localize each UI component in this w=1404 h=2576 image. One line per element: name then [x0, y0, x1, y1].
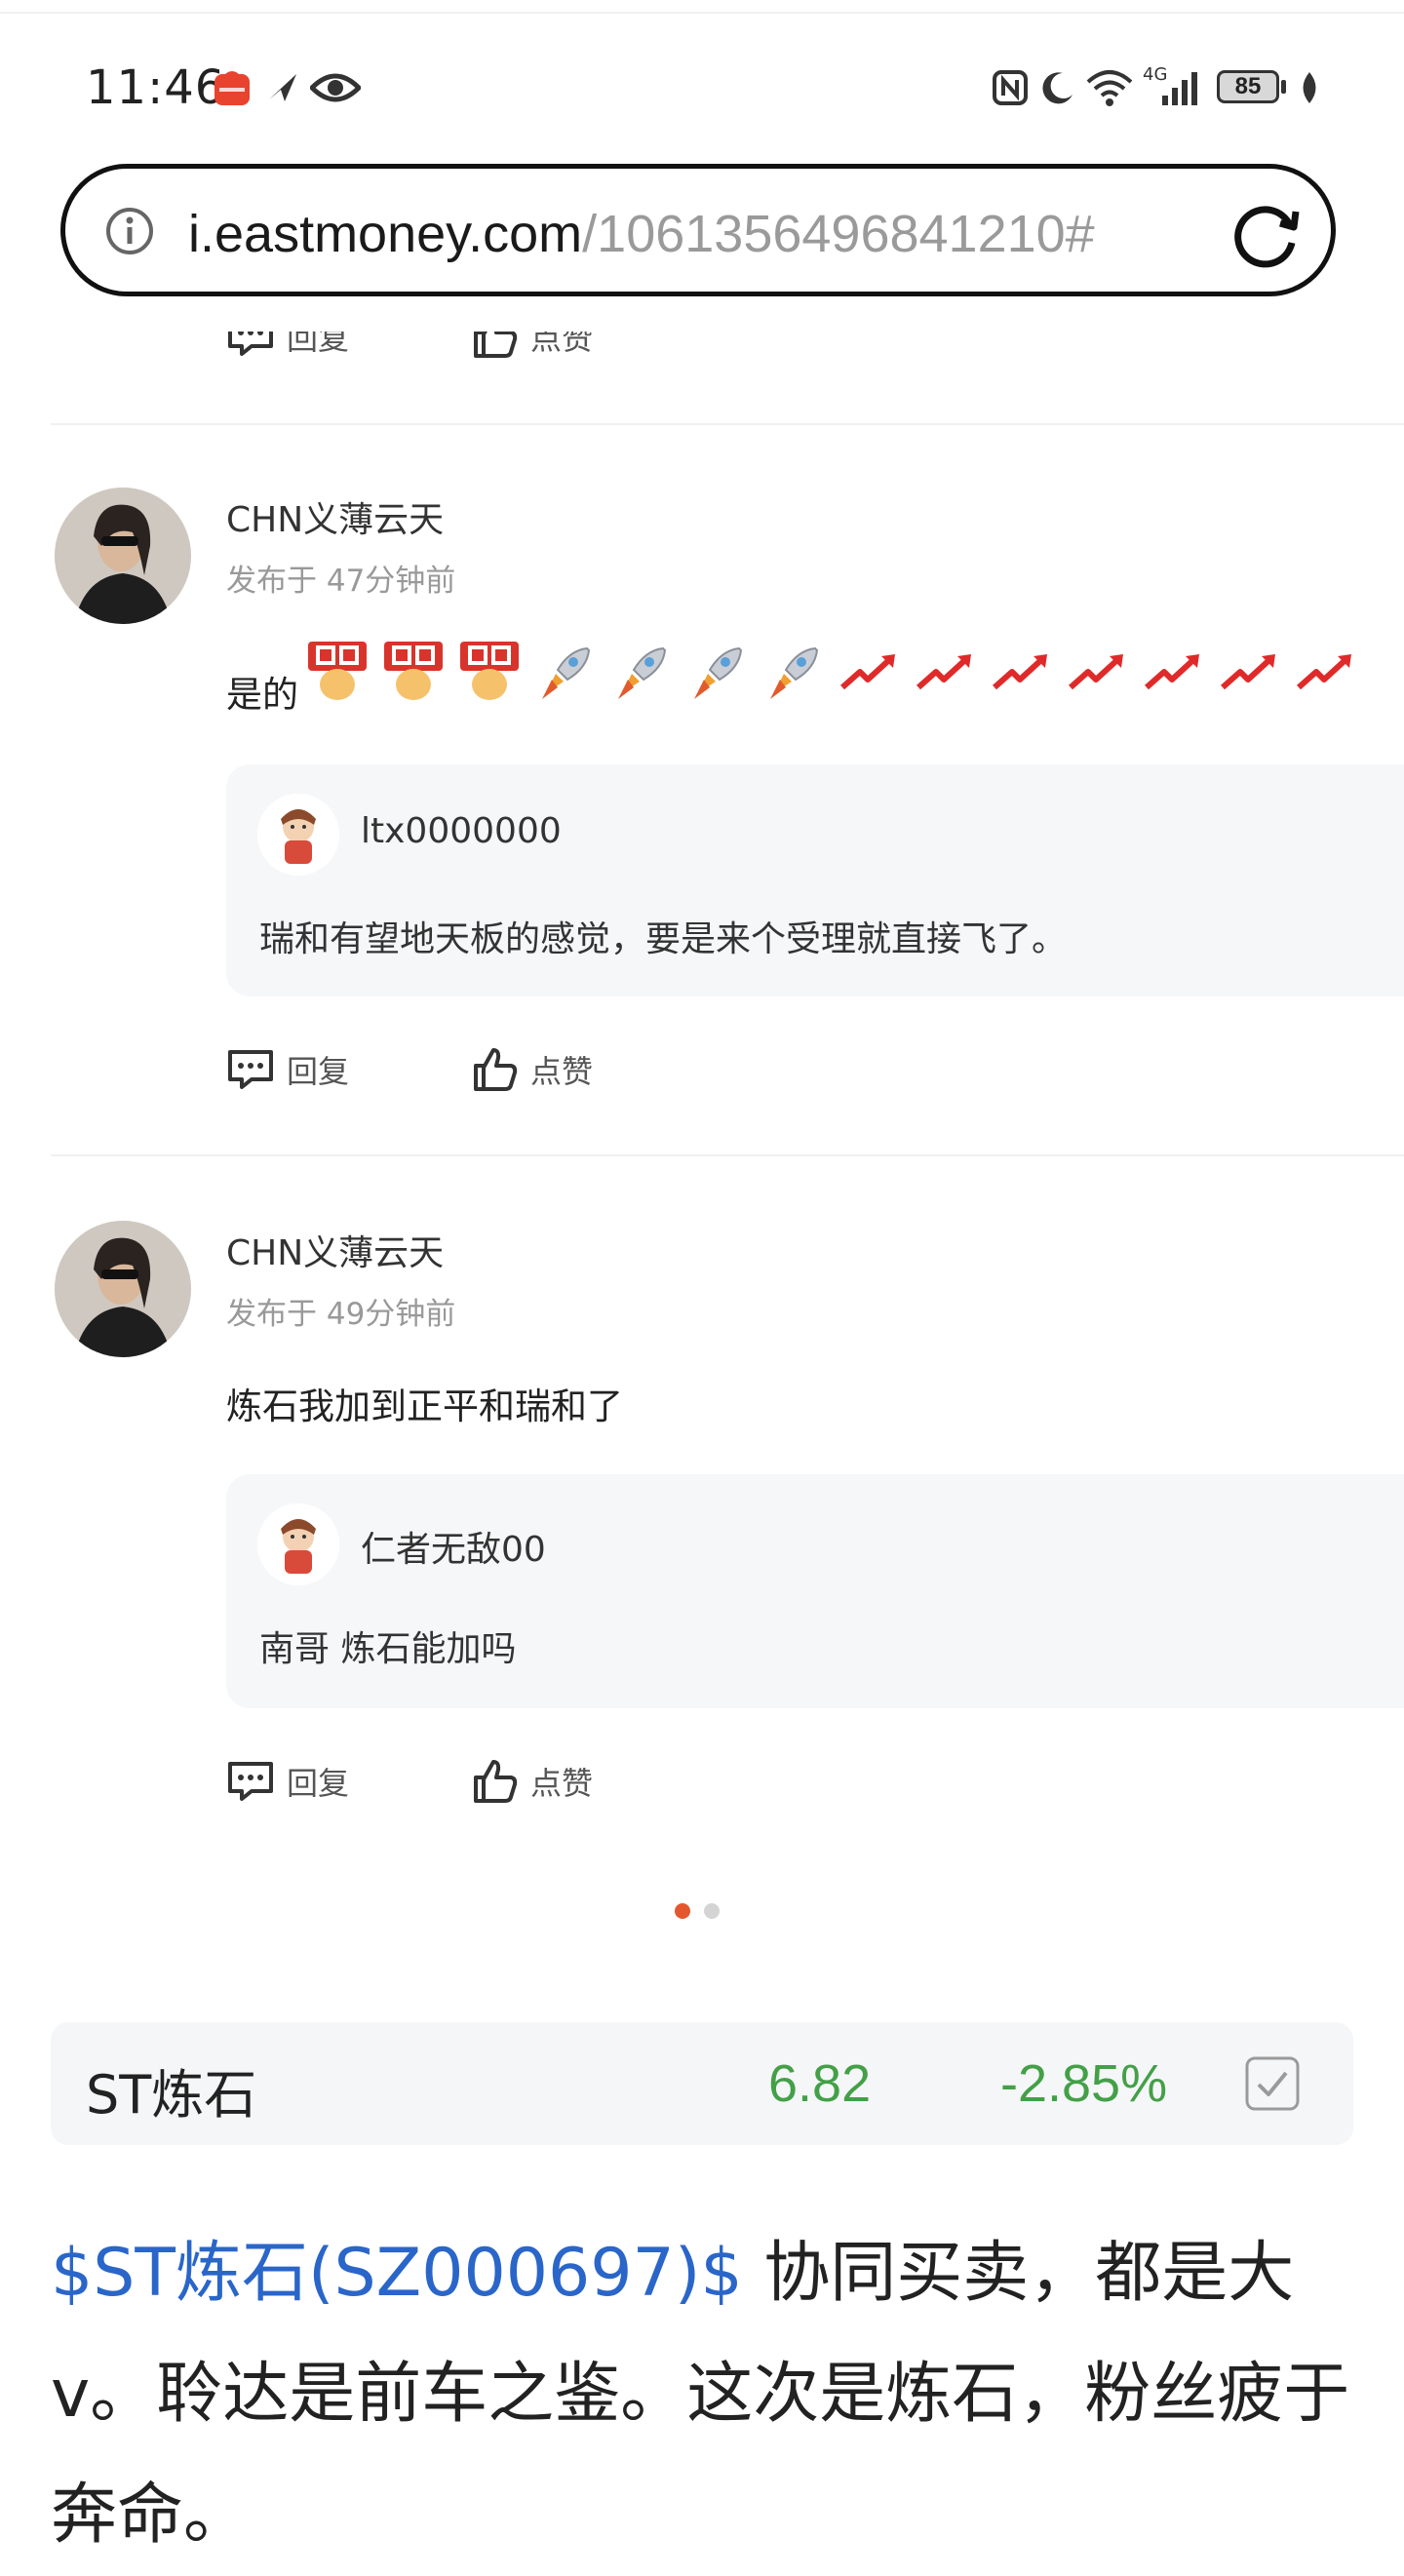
eye-icon [310, 68, 361, 107]
chart-up-emoji-icon [916, 654, 971, 690]
comment-divider [51, 423, 1404, 425]
jiayou-emoji-icon [384, 642, 443, 700]
rocket-emoji-icon [770, 646, 819, 699]
quote-username[interactable]: 仁者无敌00 [361, 1521, 546, 1572]
quote-avatar[interactable] [257, 794, 339, 876]
scroll-mask [0, 298, 1404, 332]
post-body: $ST炼石(SZ000697)$ 协同买卖，都是大v。聆达是前车之鉴。这次是炼石… [51, 2213, 1357, 2576]
quote-avatar[interactable] [257, 1503, 339, 1585]
url-host: i.eastmoney.com [188, 205, 583, 263]
chart-up-emoji-icon [1221, 654, 1275, 690]
comment-username[interactable]: CHN义薄云天 [226, 491, 444, 542]
quoted-comment[interactable]: ltx0000000 瑞和有望地天板的感觉，要是来个受理就直接飞了。 [226, 764, 1404, 996]
jiayou-emoji-icon [308, 642, 367, 700]
avatar[interactable] [55, 488, 191, 624]
wifi-icon [1086, 68, 1133, 107]
reload-icon[interactable] [1226, 196, 1306, 276]
stock-tag-link[interactable]: $ST炼石(SZ000697)$ [51, 2235, 743, 2312]
comment-action-bar: 回复 点赞 [226, 1043, 593, 1096]
huawei-app-icon [213, 68, 252, 107]
leaf-icon [1297, 68, 1322, 107]
chart-up-emoji-icon [993, 654, 1047, 690]
quoted-comment[interactable]: 仁者无敌00 南哥 炼石能加吗 [226, 1474, 1404, 1708]
rocket-emoji-icon [542, 646, 591, 699]
comment-text: 炼石我加到正平和瑞和了 [226, 1386, 623, 1427]
nfc-icon [991, 68, 1030, 107]
comment-divider [51, 1154, 1404, 1156]
stock-quote-card[interactable]: ST炼石 6.82 -2.85% [51, 2022, 1353, 2145]
reply-label: 回复 [287, 1765, 350, 1802]
status-time: 11:46 [86, 60, 226, 115]
battery-icon: 85 [1217, 70, 1279, 103]
emoji-row [306, 640, 1357, 704]
reply-button[interactable]: 回复 [226, 1047, 349, 1092]
like-button[interactable]: 点赞 [472, 1758, 593, 1805]
stock-price: 6.82 [768, 2054, 872, 2113]
signal-icon [1160, 68, 1199, 107]
avatar[interactable] [55, 1221, 191, 1357]
comment-text: 是的 [226, 674, 298, 716]
stock-name: ST炼石 [86, 2064, 257, 2126]
like-label: 点赞 [530, 1765, 594, 1802]
rocket-emoji-icon [618, 646, 667, 699]
comment-time: 发布于 47分钟前 [226, 564, 456, 599]
quote-text: 瑞和有望地天板的感觉，要是来个受理就直接飞了。 [259, 919, 1068, 959]
reply-button[interactable]: 回复 [226, 1759, 349, 1804]
rocket-emoji-icon [694, 646, 743, 699]
reply-label: 回复 [287, 1053, 350, 1090]
info-icon[interactable] [104, 206, 155, 256]
top-edge-line [0, 12, 1404, 14]
moon-icon [1039, 68, 1076, 107]
add-watchlist-checkbox-icon[interactable] [1244, 2055, 1301, 2112]
jiayou-emoji-icon [460, 642, 519, 700]
stock-change: -2.85% [1000, 2054, 1168, 2113]
page-dot[interactable] [704, 1903, 720, 1919]
carousel-pagination [675, 1903, 720, 1919]
send-icon [265, 68, 300, 107]
chart-up-emoji-icon [840, 654, 895, 690]
page-dot-active[interactable] [675, 1903, 690, 1919]
comment-action-bar: 回复 点赞 [226, 1755, 593, 1808]
url-text[interactable]: i.eastmoney.com/1061356496841210# [188, 204, 1231, 266]
comment-time: 发布于 49分钟前 [226, 1297, 456, 1332]
battery-level: 85 [1234, 73, 1262, 99]
comment-username[interactable]: CHN义薄云天 [226, 1225, 444, 1275]
chart-up-emoji-icon [1069, 654, 1123, 690]
like-button[interactable]: 点赞 [472, 1046, 593, 1093]
chart-up-emoji-icon [1145, 654, 1199, 690]
like-label: 点赞 [530, 1053, 594, 1090]
quote-text: 南哥 炼石能加吗 [259, 1629, 517, 1669]
battery-tip [1281, 80, 1286, 94]
address-bar[interactable]: i.eastmoney.com/1061356496841210# [60, 164, 1336, 296]
quote-username[interactable]: ltx0000000 [361, 811, 562, 851]
url-path: /1061356496841210# [582, 205, 1095, 263]
chart-up-emoji-icon [1297, 654, 1351, 690]
